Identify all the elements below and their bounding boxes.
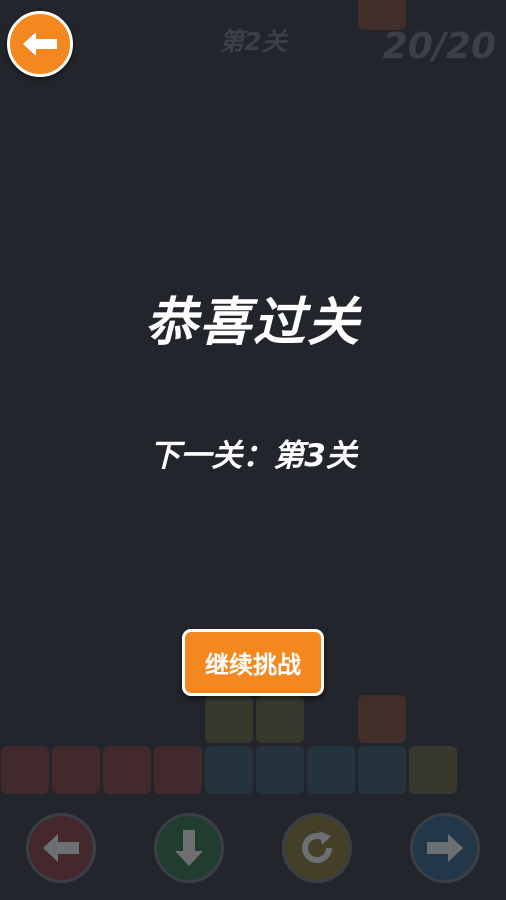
next-level-label: 下一关：第3关 (149, 438, 357, 474)
level-complete-title: 恭喜过关 (144, 293, 361, 353)
board-block (1, 746, 49, 794)
board-block (307, 746, 355, 794)
arrow-left-icon (23, 32, 57, 56)
arrow-left-icon (43, 834, 79, 862)
arrow-right-icon (427, 834, 463, 862)
arrow-down-icon (175, 830, 203, 866)
board-block (103, 746, 151, 794)
rotate-icon (302, 831, 332, 863)
back-button[interactable] (7, 11, 73, 77)
board-block (358, 0, 406, 30)
level-label: 第2关 (219, 27, 287, 56)
board-block (256, 746, 304, 794)
board-block (205, 695, 253, 743)
board-block (409, 746, 457, 794)
board-block (205, 746, 253, 794)
board-block (52, 746, 100, 794)
continue-button[interactable]: 继续挑战 (182, 629, 324, 696)
board-block (358, 746, 406, 794)
drop-down-button[interactable] (154, 813, 224, 883)
move-right-button[interactable] (410, 813, 480, 883)
board-block (358, 695, 406, 743)
board-block (256, 695, 304, 743)
move-left-button[interactable] (26, 813, 96, 883)
rotate-button[interactable] (282, 813, 352, 883)
piece-counter: 20/20 (382, 26, 496, 67)
board-block (154, 746, 202, 794)
